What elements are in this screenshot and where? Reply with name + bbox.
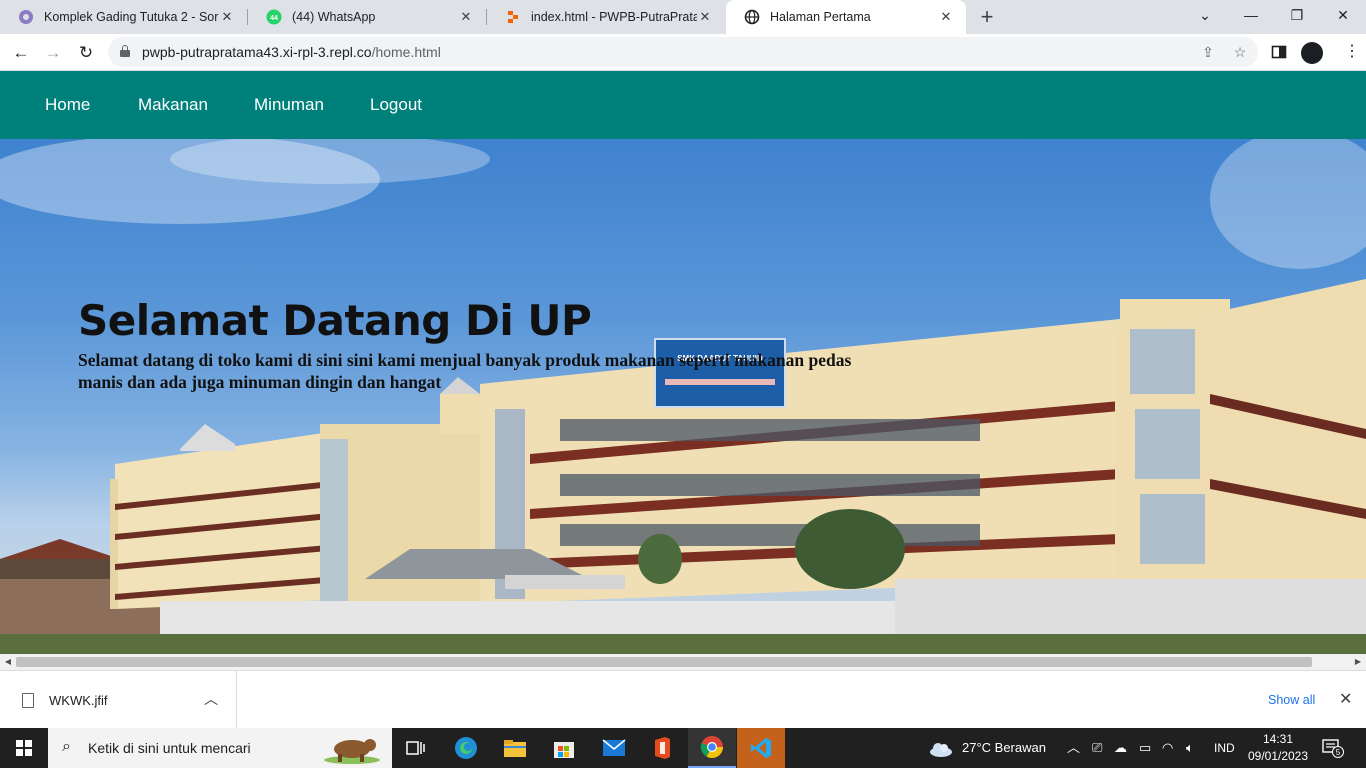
site-navbar: Home Makanan Minuman Logout <box>0 71 1366 139</box>
scrollbar-thumb[interactable] <box>16 657 1312 667</box>
nav-makanan-link[interactable]: Makanan <box>138 95 208 115</box>
whatsapp-icon: 44 <box>266 9 282 25</box>
new-tab-button[interactable]: + <box>976 4 998 30</box>
chevron-up-icon[interactable]: ︿ <box>204 689 218 709</box>
meet-now-icon[interactable]: ⎚ <box>1092 728 1102 768</box>
nav-home-link[interactable]: Home <box>45 95 90 115</box>
profile-avatar[interactable] <box>1301 42 1323 64</box>
show-hidden-icons-chevron-icon[interactable]: ︿ <box>1067 728 1080 768</box>
task-view-icon[interactable] <box>392 728 440 768</box>
start-button[interactable] <box>0 728 48 768</box>
svg-text:44: 44 <box>270 15 278 22</box>
hero-description: Selamat datang di toko kami di sini sini… <box>78 350 852 392</box>
replit-icon <box>505 9 521 25</box>
show-all-downloads-link[interactable]: Show all <box>1268 693 1315 707</box>
restore-button[interactable]: ❐ <box>1274 0 1320 30</box>
windows-taskbar: ⌕ Ketik di sini untuk mencari 27°C Beraw… <box>0 728 1366 768</box>
file-explorer-icon[interactable] <box>491 728 539 768</box>
close-icon[interactable]: ✕ <box>938 9 954 25</box>
language-indicator[interactable]: IND <box>1214 728 1235 768</box>
weather-text[interactable]: 27°C Berawan <box>962 728 1046 768</box>
taskbar-search[interactable]: ⌕ Ketik di sini untuk mencari <box>48 728 392 768</box>
office-icon[interactable] <box>638 728 686 768</box>
battery-icon[interactable]: ▭ <box>1139 728 1151 768</box>
nav-logout-link[interactable]: Logout <box>370 95 422 115</box>
share-icon[interactable]: ⇪ <box>1198 42 1218 62</box>
menu-kebab-icon[interactable]: ⋮ <box>1340 40 1364 64</box>
tab-replit[interactable]: index.html - PWPB-PutraPratama43 ✕ <box>487 0 725 34</box>
search-icon: ⌕ <box>62 738 71 755</box>
forward-arrow-icon[interactable]: → <box>40 40 66 66</box>
wifi-icon[interactable]: ◠ <box>1162 728 1173 768</box>
download-item[interactable]: WKWK.jfif ︿ <box>0 671 237 729</box>
bookmark-star-icon[interactable]: ☆ <box>1230 42 1250 62</box>
tab-title: index.html - PWPB-PutraPratama43 <box>531 10 697 24</box>
scroll-left-arrow-icon[interactable]: ◀ <box>0 654 16 670</box>
mail-icon[interactable] <box>590 728 638 768</box>
tab-halaman-pertama[interactable]: Halaman Pertama ✕ <box>726 0 966 34</box>
onedrive-cloud-icon[interactable]: ☁ <box>1114 728 1127 768</box>
back-arrow-icon[interactable]: ← <box>8 40 34 66</box>
web-page: Home Makanan Minuman Logout SMK DAARUT T… <box>0 71 1366 654</box>
clock-date: 09/01/2023 <box>1247 749 1309 763</box>
close-icon[interactable]: ✕ <box>697 9 713 25</box>
download-filename[interactable]: WKWK.jfif <box>49 693 108 708</box>
chrome-icon[interactable] <box>688 728 736 768</box>
side-panel-icon[interactable] <box>1267 40 1291 64</box>
microsoft-store-icon[interactable] <box>540 728 588 768</box>
search-input[interactable]: Ketik di sini untuk mencari <box>88 740 251 756</box>
file-icon <box>22 693 34 708</box>
browser-toolbar: ← → ↻ pwpb-putrapratama43.xi-rpl-3.repl.… <box>0 34 1366 71</box>
url-text[interactable]: pwpb-putrapratama43.xi-rpl-3.repl.co/hom… <box>142 44 441 60</box>
globe-icon <box>744 9 760 25</box>
vscode-icon[interactable] <box>737 728 785 768</box>
download-bar: WKWK.jfif ︿ Show all ✕ <box>0 670 1366 729</box>
tab-whatsapp[interactable]: 44 (44) WhatsApp ✕ <box>248 0 486 34</box>
clock-time: 14:31 <box>1262 732 1294 746</box>
tab-title: Halaman Pertama <box>770 10 871 24</box>
windows-logo-icon <box>16 740 32 756</box>
tab-title: Komplek Gading Tutuka 2 - Soreang <box>44 10 219 24</box>
search-highlight-illustration <box>324 739 380 764</box>
weather-icon[interactable] <box>928 728 954 768</box>
site-icon <box>18 9 34 25</box>
minimize-button[interactable]: — <box>1228 0 1274 30</box>
lock-icon[interactable] <box>120 45 130 57</box>
hero-section: SMK DAARUT TAUHID Selamat Datang Di UP S… <box>0 139 1366 654</box>
volume-icon[interactable]: 🔈︎ <box>1186 728 1194 768</box>
tab-strip: Komplek Gading Tutuka 2 - Soreang ✕ 44 (… <box>0 0 1366 34</box>
hero-title: Selamat Datang Di UP <box>78 296 592 345</box>
notification-center-icon[interactable]: 5 <box>1322 738 1344 758</box>
address-bar[interactable]: pwpb-putrapratama43.xi-rpl-3.repl.co/hom… <box>108 37 1258 67</box>
tab-search-chevron-icon[interactable]: ⌄ <box>1182 0 1228 30</box>
scroll-right-arrow-icon[interactable]: ▶ <box>1350 654 1366 670</box>
close-icon[interactable]: ✕ <box>1339 689 1352 709</box>
reload-icon[interactable]: ↻ <box>73 40 99 66</box>
nav-minuman-link[interactable]: Minuman <box>254 95 324 115</box>
close-window-button[interactable]: ✕ <box>1320 0 1366 30</box>
horizontal-scrollbar[interactable]: ◀ ▶ <box>0 654 1366 670</box>
close-icon[interactable]: ✕ <box>219 9 235 25</box>
tab-title: (44) WhatsApp <box>292 10 376 24</box>
hero-school-photo: SMK DAARUT TAUHID <box>0 139 1366 654</box>
clock[interactable]: 14:31 09/01/2023 <box>1246 731 1310 765</box>
edge-icon[interactable] <box>442 728 490 768</box>
tab-komplek[interactable]: Komplek Gading Tutuka 2 - Soreang ✕ <box>0 0 247 34</box>
svg-text:5: 5 <box>1336 748 1341 757</box>
close-icon[interactable]: ✕ <box>458 9 474 25</box>
